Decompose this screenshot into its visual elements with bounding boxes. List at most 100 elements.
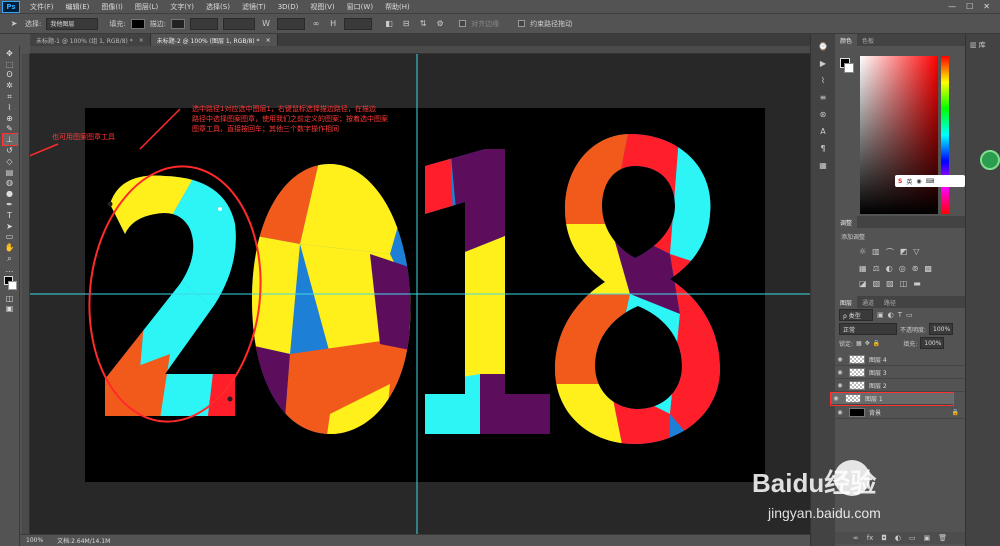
color-lookup-icon[interactable]: ▩ — [924, 264, 932, 273]
tab-document-1[interactable]: 未标题-1 @ 100% (组 1, RGB/8) * × — [30, 34, 151, 46]
vibrance-icon[interactable]: ▽ — [913, 247, 919, 258]
select-dropdown[interactable]: 我他图层 — [46, 17, 99, 30]
visibility-eye-icon[interactable]: ◉ — [835, 369, 845, 376]
blend-mode-dropdown[interactable]: 正常 — [839, 323, 897, 335]
hue-slider[interactable] — [941, 56, 949, 214]
tab-adjustments[interactable]: 调整 — [835, 216, 858, 228]
history-panel-icon[interactable]: ⌚ — [817, 40, 829, 52]
path-select-icon[interactable]: ➤ — [8, 18, 20, 30]
color-balance-icon[interactable]: ⚖ — [873, 264, 880, 273]
eyedropper-icon[interactable]: ⌇ — [3, 102, 17, 113]
align-edges-checkbox[interactable] — [459, 20, 467, 27]
tab-document-2[interactable]: 未标题-2 @ 100% (图层 1, RGB/8) * × — [150, 34, 278, 46]
link-layers-icon[interactable]: ∞ — [853, 534, 859, 542]
opacity-field[interactable]: 100% — [929, 323, 954, 335]
tab-close-icon[interactable]: × — [139, 37, 144, 44]
ime-toolbar[interactable]: S 英 ◉ ⌨ — [895, 175, 965, 187]
menu-type[interactable]: 文字(Y) — [164, 2, 200, 12]
magic-wand-icon[interactable]: ✲ — [3, 80, 17, 91]
document-canvas[interactable] — [30, 54, 810, 534]
pattern-stamp-tool-icon[interactable]: ⊥ — [1, 133, 18, 147]
character-panel-icon[interactable]: A — [817, 125, 829, 137]
menu-3d[interactable]: 3D(D) — [272, 3, 305, 11]
visibility-eye-icon[interactable]: ◉ — [831, 395, 841, 402]
healing-brush-icon[interactable]: ⊕ — [3, 113, 17, 124]
color-swatches-icon[interactable] — [3, 275, 17, 293]
minimize-button[interactable]: — — [948, 2, 956, 11]
marquee-tool-icon[interactable]: ⬚ — [3, 59, 17, 70]
gradient-tool-icon[interactable]: ▤ — [3, 167, 17, 178]
zoom-tool-icon[interactable]: ⌕ — [3, 253, 17, 264]
threshold-icon[interactable]: ▨ — [886, 279, 894, 288]
layer-row-background[interactable]: ◉ 背景 🔒 — [835, 407, 965, 419]
type-tool-icon[interactable]: T — [3, 210, 17, 221]
brush-tool-icon[interactable]: ✎ — [3, 124, 17, 135]
group-icon[interactable]: ▭ — [909, 534, 916, 542]
properties-icon[interactable]: ≡ — [817, 91, 829, 103]
adjustment-layer-icon[interactable]: ◐ — [895, 534, 901, 542]
dodge-tool-icon[interactable]: ● — [3, 188, 17, 199]
levels-icon[interactable]: ▥ — [872, 247, 880, 258]
play-actions-icon[interactable]: ▶ — [817, 57, 829, 69]
curves-icon[interactable]: ⌒ — [886, 247, 894, 258]
maximize-button[interactable]: ☐ — [966, 2, 973, 11]
path-align-icon[interactable]: ⊟ — [400, 18, 412, 30]
trash-icon[interactable]: 🗑 — [938, 534, 947, 542]
bg-color-swatch[interactable] — [844, 63, 854, 73]
link-icon[interactable]: ∞ — [310, 18, 322, 30]
menu-layer[interactable]: 图层(L) — [129, 2, 164, 12]
layer-row[interactable]: ◉ 图层 2 — [835, 380, 965, 392]
layer-row[interactable]: ◉ 图层 4 — [835, 354, 965, 366]
gradient-map-icon[interactable]: ▬ — [913, 279, 921, 288]
path-arrange-icon[interactable]: ⇅ — [417, 18, 429, 30]
filter-shape-icon[interactable]: ▭ — [906, 311, 913, 319]
brightness-icon[interactable]: ☼ — [859, 247, 866, 258]
fill-opacity-field[interactable]: 100% — [920, 337, 945, 349]
tab-swatches[interactable]: 色板 — [857, 34, 879, 46]
paragraph-panel-icon[interactable]: ¶ — [817, 142, 829, 154]
channel-mixer-icon[interactable]: ⊚ — [912, 264, 919, 273]
menu-filter[interactable]: 滤镜(T) — [236, 2, 272, 12]
hand-tool-icon[interactable]: ✋ — [3, 242, 17, 253]
path-selection-icon[interactable]: ➤ — [3, 221, 17, 232]
tab-layers[interactable]: 图层 — [835, 296, 858, 308]
crop-tool-icon[interactable]: ⌗ — [3, 91, 17, 102]
blur-tool-icon[interactable]: ◍ — [3, 178, 17, 189]
close-window-button[interactable]: ✕ — [983, 2, 990, 11]
gear-icon[interactable]: ⚙ — [434, 18, 446, 30]
stroke-swatch[interactable] — [171, 18, 186, 29]
stroke-width-field[interactable] — [190, 17, 219, 30]
tab-close-icon[interactable]: × — [266, 37, 271, 44]
fx-icon[interactable]: fx — [867, 534, 874, 542]
invert-icon[interactable]: ◪ — [859, 279, 867, 288]
exposure-icon[interactable]: ◩ — [900, 247, 908, 258]
clone-source-icon[interactable]: ⊛ — [817, 108, 829, 120]
quick-mask-icon[interactable]: ◫ — [3, 293, 17, 304]
lasso-tool-icon[interactable]: ʘ — [3, 70, 17, 81]
visibility-eye-icon[interactable]: ◉ — [835, 382, 845, 389]
visibility-eye-icon[interactable]: ◉ — [835, 409, 845, 416]
zoom-level[interactable]: 100% — [26, 537, 43, 544]
green-badge-icon[interactable] — [980, 150, 1000, 170]
filter-type-icon[interactable]: T — [898, 311, 902, 319]
menu-window[interactable]: 窗口(W) — [341, 2, 379, 12]
shape-tool-icon[interactable]: ▭ — [3, 232, 17, 243]
layer-row-selected[interactable]: ◉ 图层 1 — [830, 392, 954, 406]
height-icon[interactable]: H — [327, 18, 339, 30]
menu-view[interactable]: 视图(V) — [304, 2, 340, 12]
canvas-area[interactable]: 也可用图案图章工具 选中路径1对应选中图层1，右键鼠标选择描边路径，在描边 路径… — [30, 54, 810, 534]
move-tool-icon[interactable]: ✥ — [3, 48, 17, 59]
lock-pixels-icon[interactable]: ▦ — [856, 340, 862, 347]
width-field[interactable] — [277, 17, 306, 30]
lock-position-icon[interactable]: ✥ — [865, 340, 870, 347]
width-icon[interactable]: W — [260, 18, 272, 30]
filter-pixel-icon[interactable]: ▣ — [877, 311, 884, 319]
height-field[interactable] — [344, 17, 373, 30]
posterize-icon[interactable]: ▧ — [873, 279, 881, 288]
photo-filter-icon[interactable]: ◎ — [899, 264, 906, 273]
more-tools-icon[interactable]: … — [3, 264, 17, 275]
stroke-type-dropdown[interactable] — [223, 17, 256, 30]
pen-tool-icon[interactable]: ✒ — [3, 199, 17, 210]
layer-kind-dropdown[interactable]: ρ 类型 — [839, 309, 873, 321]
libraries-button[interactable]: ▥ 库 — [970, 40, 996, 50]
